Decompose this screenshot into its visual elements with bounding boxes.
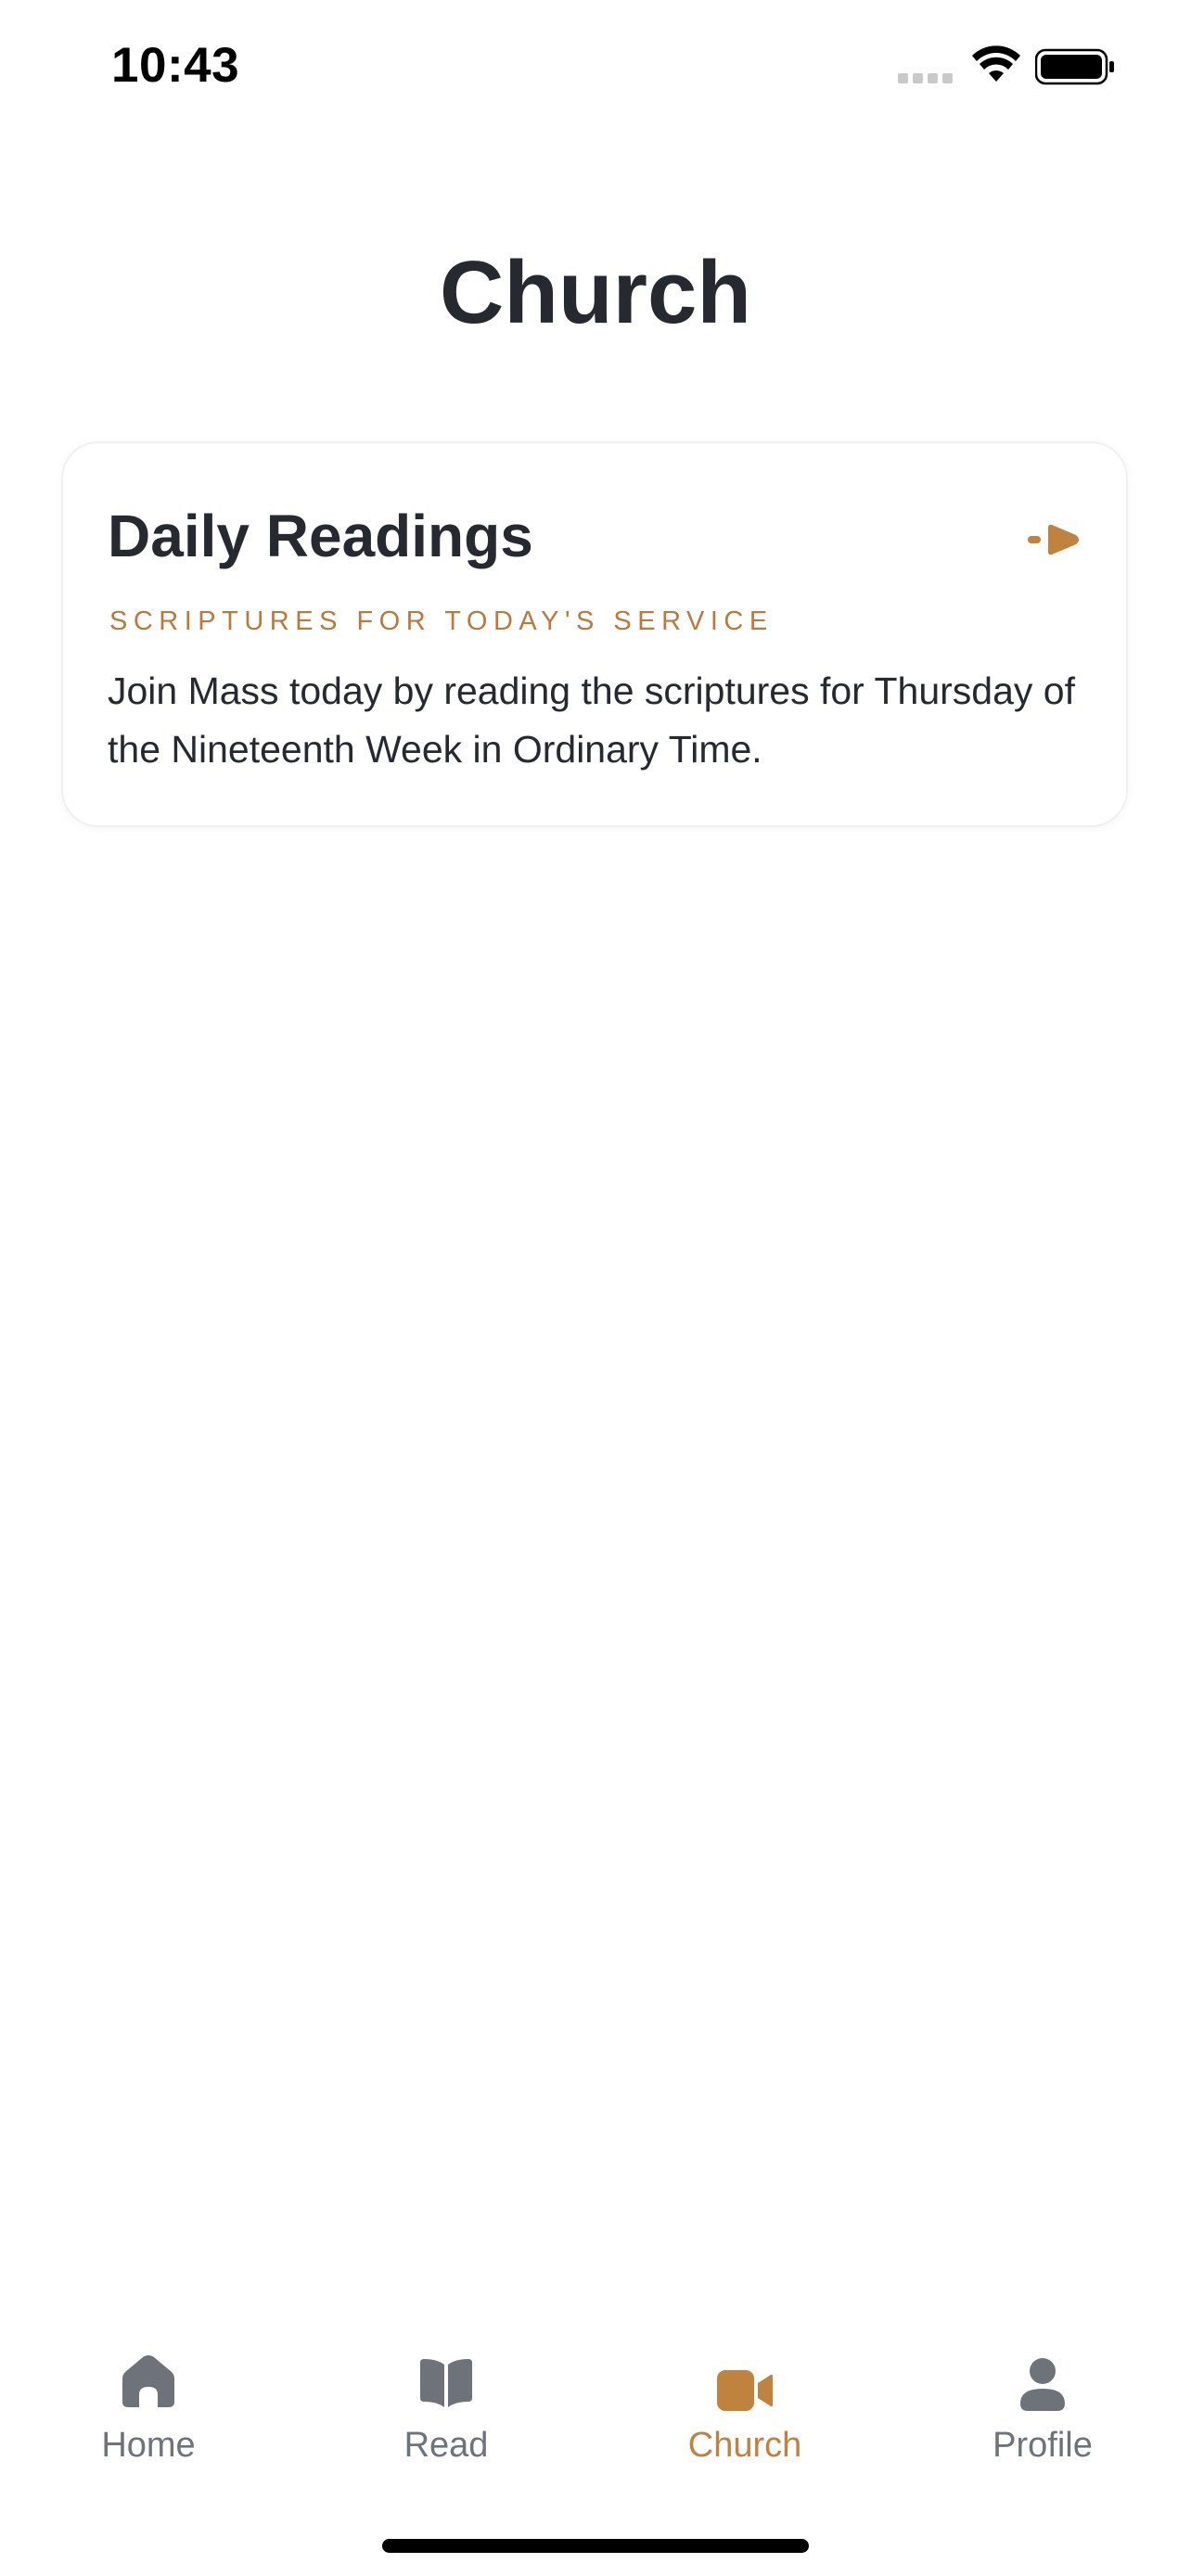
battery-icon [1035,48,1114,85]
wifi-icon [972,45,1020,82]
home-icon [122,2355,174,2407]
tab-label-home: Home [101,2426,196,2465]
book-icon [420,2359,472,2407]
card-description: Join Mass today by reading the scripture… [108,670,1075,771]
card-subtitle: SCRIPTURES FOR TODAY'S SERVICE [109,606,774,636]
tab-read[interactable]: Read [335,2327,557,2476]
signal-icon [898,73,955,84]
tab-label-church: Church [687,2426,802,2465]
page-title: Church [440,243,751,342]
tab-profile[interactable]: Profile [931,2327,1154,2476]
arrow-right-icon[interactable] [1028,522,1085,557]
tab-home[interactable]: Home [37,2327,260,2476]
daily-readings-card[interactable]: Daily Readings SCRIPTURES FOR TODAY'S SE… [61,441,1128,827]
status-bar: 10:43 [0,0,1191,130]
tab-label-read: Read [403,2426,489,2465]
tab-bar: Home Read Church Profile [0,2327,1191,2476]
home-indicator[interactable] [382,2539,809,2553]
tab-church[interactable]: Church [634,2327,856,2476]
card-title: Daily Readings [108,503,533,569]
status-time: 10:43 [111,38,240,93]
tab-label-profile: Profile [992,2426,1093,2465]
person-icon [1020,2358,1065,2411]
video-camera-icon [717,2370,773,2411]
